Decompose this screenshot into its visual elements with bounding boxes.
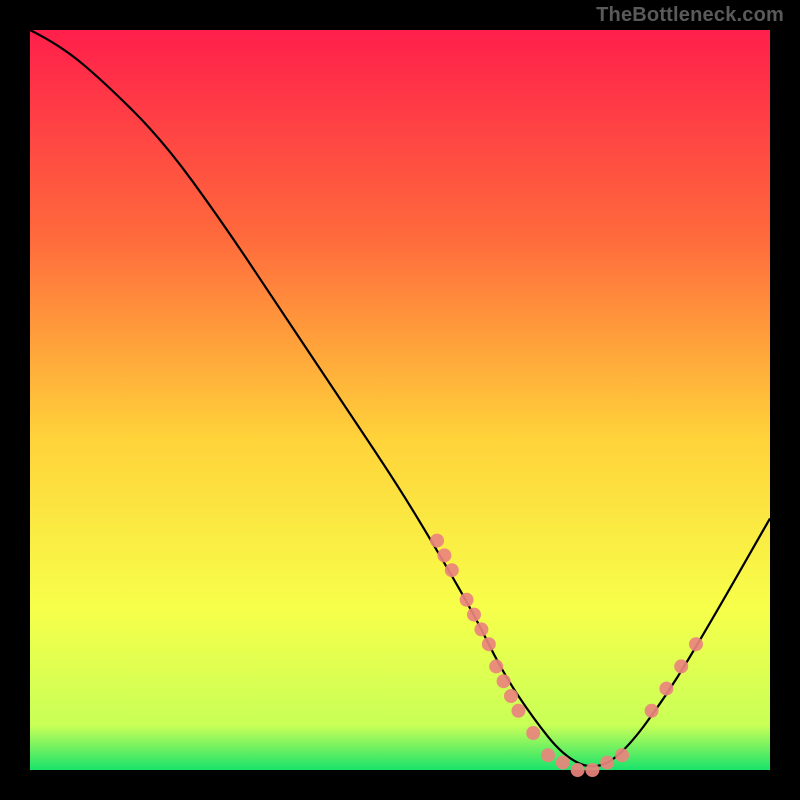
gradient-background (30, 30, 770, 770)
marker-dot (482, 637, 496, 651)
marker-dot (571, 763, 585, 777)
marker-dot (511, 704, 525, 718)
watermark-text: TheBottleneck.com (596, 4, 784, 27)
bottleneck-plot (0, 0, 800, 800)
chart-stage: TheBottleneck.com (0, 0, 800, 800)
marker-dot (497, 674, 511, 688)
marker-dot (674, 659, 688, 673)
marker-dot (504, 689, 518, 703)
marker-dot (445, 563, 459, 577)
marker-dot (489, 659, 503, 673)
marker-dot (474, 622, 488, 636)
marker-dot (437, 548, 451, 562)
marker-dot (430, 534, 444, 548)
marker-dot (541, 748, 555, 762)
marker-dot (600, 756, 614, 770)
marker-dot (526, 726, 540, 740)
marker-dot (556, 756, 570, 770)
marker-dot (467, 608, 481, 622)
marker-dot (585, 763, 599, 777)
marker-dot (615, 748, 629, 762)
marker-dot (659, 682, 673, 696)
marker-dot (689, 637, 703, 651)
marker-dot (645, 704, 659, 718)
marker-dot (460, 593, 474, 607)
